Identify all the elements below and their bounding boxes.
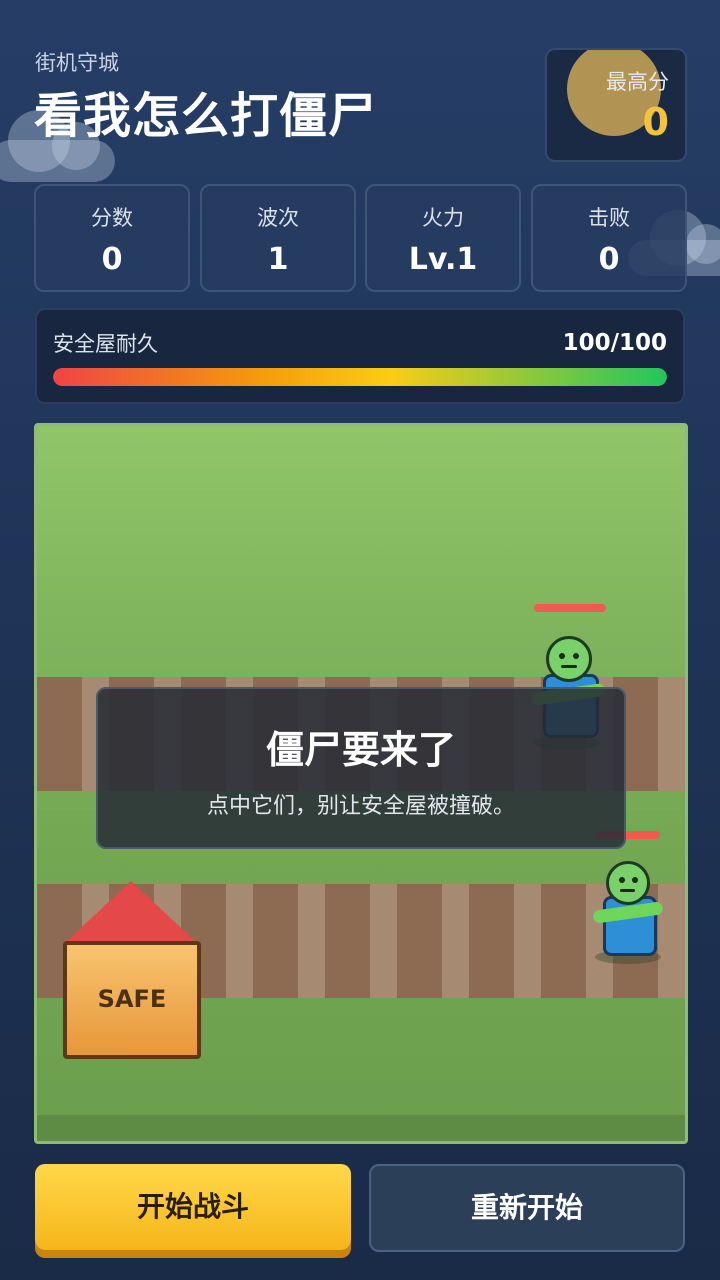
stat-value: 0 bbox=[598, 242, 620, 277]
safehouse-durability-panel: 安全屋耐久 100/100 bbox=[35, 308, 685, 404]
durability-bar bbox=[53, 368, 667, 386]
stat-label: 火力 bbox=[422, 206, 464, 230]
stat-label: 波次 bbox=[257, 206, 299, 230]
zombie-head-icon bbox=[606, 861, 650, 905]
game-subtitle: 街机守城 bbox=[35, 51, 119, 75]
restart-button[interactable]: 重新开始 bbox=[369, 1164, 685, 1252]
page-title: 看我怎么打僵尸 bbox=[34, 88, 378, 144]
field-edge bbox=[37, 1115, 685, 1141]
safehouse-label: SAFE bbox=[97, 985, 167, 1013]
stat-label: 分数 bbox=[91, 206, 133, 230]
best-score-value: 0 bbox=[642, 100, 669, 144]
stat-score: 分数 0 bbox=[34, 184, 190, 292]
durability-label: 安全屋耐久 bbox=[53, 332, 158, 356]
best-score-label: 最高分 bbox=[606, 70, 669, 94]
stat-wave: 波次 1 bbox=[200, 184, 356, 292]
stat-value: 0 bbox=[101, 242, 123, 277]
dialog-title: 僵尸要来了 bbox=[265, 728, 456, 772]
safehouse-roof bbox=[65, 881, 197, 943]
cloud-decoration bbox=[0, 110, 115, 182]
stat-firepower: 火力 Lv.1 bbox=[365, 184, 521, 292]
durability-bar-fill bbox=[53, 368, 667, 386]
start-battle-button[interactable]: 开始战斗 bbox=[35, 1164, 351, 1250]
stat-label: 击败 bbox=[588, 206, 630, 230]
stat-defeated: 击败 0 bbox=[531, 184, 687, 292]
dialog-message: 点中它们，别让安全屋被撞破。 bbox=[206, 794, 515, 819]
stat-value: 1 bbox=[267, 242, 289, 277]
wave-intro-dialog: 僵尸要来了 点中它们，别让安全屋被撞破。 bbox=[96, 687, 626, 849]
stat-value: Lv.1 bbox=[408, 242, 478, 277]
safehouse: SAFE bbox=[63, 941, 201, 1059]
best-score-panel: 最高分 0 bbox=[545, 48, 687, 162]
durability-value: 100/100 bbox=[562, 330, 667, 356]
zombie-health-bar bbox=[534, 604, 606, 612]
zombie-head-icon bbox=[546, 636, 592, 682]
